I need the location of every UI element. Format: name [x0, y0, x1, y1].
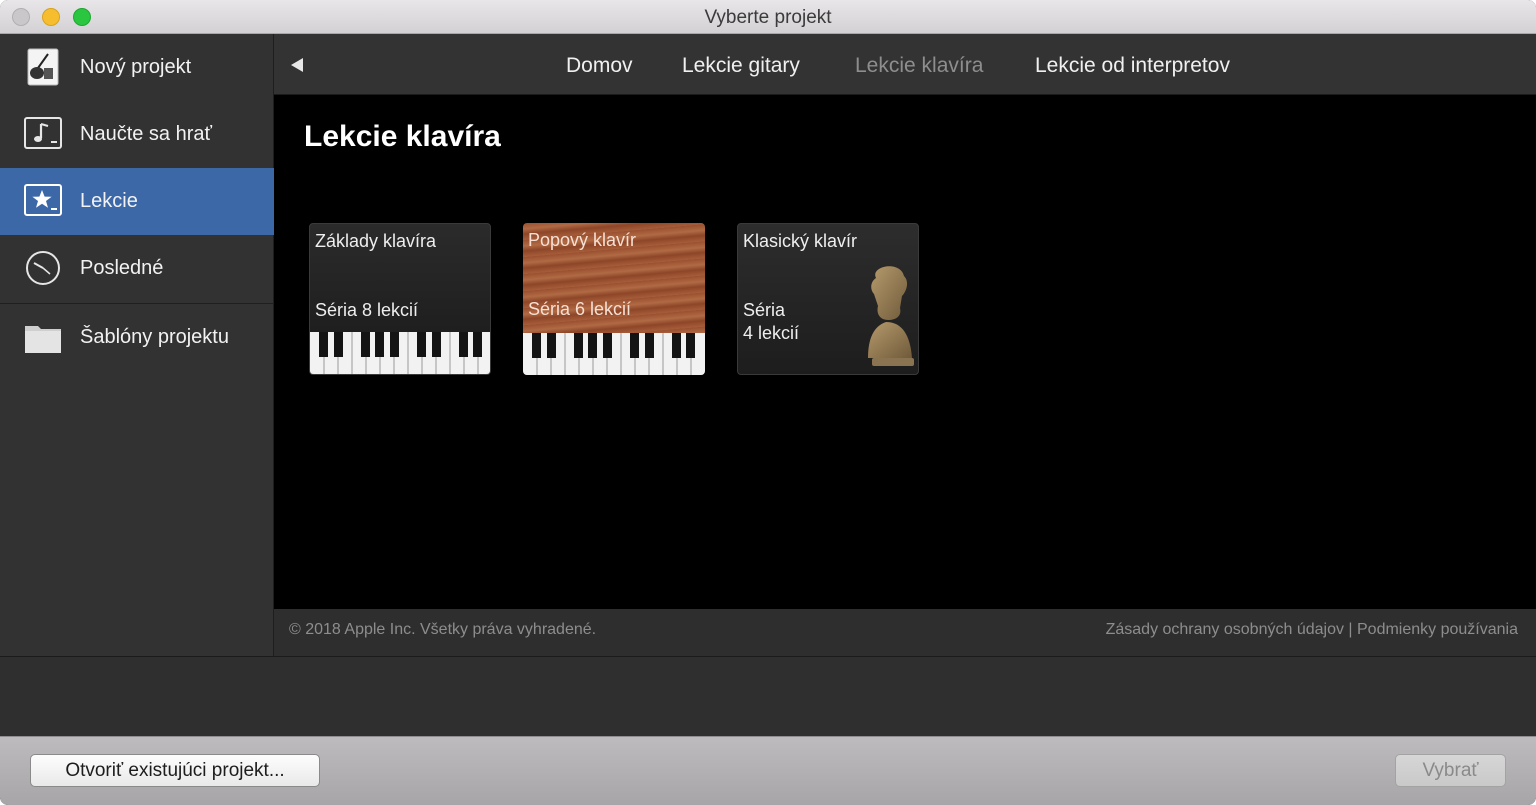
tab-piano-lessons[interactable]: Lekcie klavíra	[855, 54, 983, 78]
clock-icon	[24, 249, 62, 287]
sidebar-item-project-templates[interactable]: Šablóny projektu	[0, 304, 274, 371]
bottom-bar: Otvoriť existujúci projekt... Vybrať	[0, 736, 1536, 805]
lessons-content: Lekcie klavíra Základy klavíra Séria 8 l…	[274, 95, 1536, 609]
lesson-card-classical-piano[interactable]: Klasický klavír Séria 4 lekcií	[737, 223, 919, 375]
lesson-card-piano-basics[interactable]: Základy klavíra Séria 8 lekcií	[309, 223, 491, 375]
sidebar: Nový projekt Naučte sa hrať Lekcie Posle…	[0, 34, 274, 656]
back-triangle-icon[interactable]	[290, 57, 304, 73]
piano-keys-illustration	[523, 333, 705, 375]
sidebar-item-label: Naučte sa hrať	[80, 123, 213, 145]
folder-icon	[24, 318, 62, 356]
piano-keys-illustration	[310, 332, 490, 374]
music-note-icon	[24, 115, 62, 153]
card-subtitle: Séria 4 lekcií	[743, 299, 799, 345]
star-icon	[24, 182, 62, 220]
choose-button[interactable]: Vybrať	[1395, 754, 1506, 787]
sidebar-item-label: Nový projekt	[80, 56, 192, 78]
copyright-text: © 2018 Apple Inc. Všetky práva vyhradené…	[289, 621, 597, 638]
legal-links[interactable]: Zásady ochrany osobných údajov | Podmien…	[1106, 621, 1518, 639]
lesson-card-pop-piano[interactable]: Popový klavír Séria 6 lekcií	[523, 223, 705, 375]
page-title: Lekcie klavíra	[304, 120, 501, 153]
card-title: Klasický klavír	[743, 231, 858, 251]
card-title: Základy klavíra	[315, 231, 437, 251]
guitar-document-icon	[24, 48, 62, 86]
sidebar-item-lessons[interactable]: Lekcie	[0, 168, 274, 235]
sidebar-item-label: Posledné	[80, 257, 164, 279]
sidebar-item-label: Lekcie	[80, 190, 138, 212]
composer-bust-image	[856, 260, 918, 368]
card-subtitle-line2: 4 lekcií	[743, 323, 800, 343]
title-bar: Vyberte projekt	[0, 0, 1536, 34]
sidebar-item-label: Šablóny projektu	[80, 326, 229, 348]
tab-artist-lessons[interactable]: Lekcie od interpretov	[1035, 54, 1230, 78]
details-area	[0, 656, 1536, 736]
top-navigation: Domov Lekcie gitary Lekcie klavíra Lekci…	[274, 34, 1536, 95]
tab-home[interactable]: Domov	[566, 54, 633, 78]
card-title: Popový klavír	[528, 230, 637, 250]
card-subtitle: Séria 6 lekcií	[528, 299, 632, 319]
card-subtitle: Séria 8 lekcií	[315, 300, 419, 320]
sidebar-item-recent[interactable]: Posledné	[0, 235, 274, 302]
tab-guitar-lessons[interactable]: Lekcie gitary	[682, 54, 800, 78]
project-chooser-window: Vyberte projekt Nový projekt Naučte sa h…	[0, 0, 1536, 805]
sidebar-item-learn-to-play[interactable]: Naučte sa hrať	[0, 101, 274, 168]
sidebar-item-new-project[interactable]: Nový projekt	[0, 34, 274, 101]
window-title: Vyberte projekt	[704, 7, 832, 28]
open-existing-project-button[interactable]: Otvoriť existujúci projekt...	[30, 754, 320, 787]
content-footer: © 2018 Apple Inc. Všetky práva vyhradené…	[274, 609, 1536, 656]
card-subtitle-line1: Séria	[743, 300, 786, 320]
